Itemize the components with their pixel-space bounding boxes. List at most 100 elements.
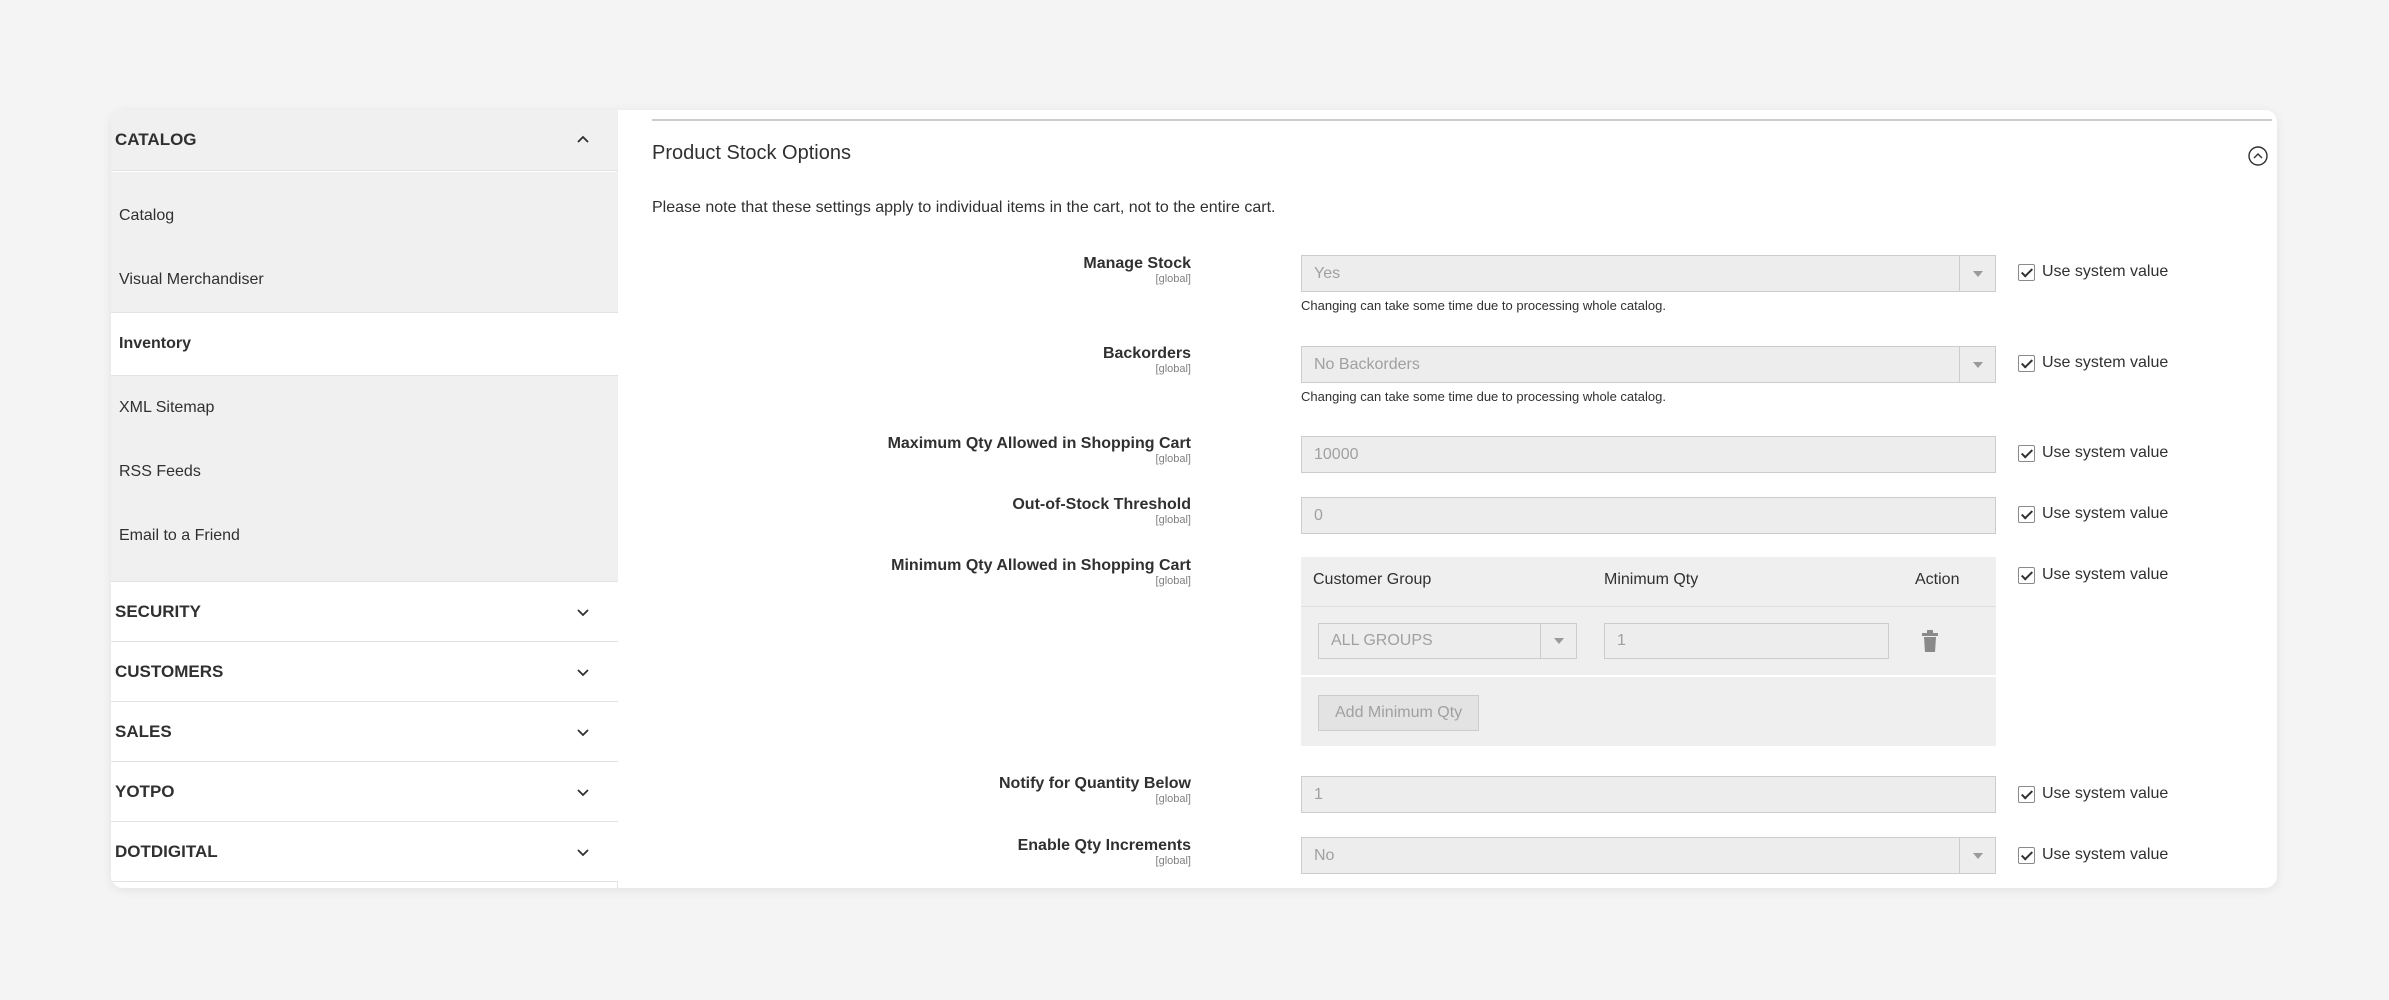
manage-stock-hint: Changing can take some time due to proce… — [1301, 298, 1666, 313]
sidebar-item-catalog[interactable]: Catalog — [111, 184, 618, 248]
chevron-down-icon — [572, 601, 594, 623]
manage-stock-label: Manage Stock [global] — [1083, 255, 1191, 285]
sidebar-item-email-to-a-friend[interactable]: Email to a Friend — [111, 504, 618, 568]
oos-threshold-input[interactable]: 0 — [1301, 497, 1996, 534]
chevron-down-icon — [572, 781, 594, 803]
sidebar-item-label: Catalog — [119, 207, 175, 224]
section-catalog-label: CATALOG — [115, 130, 197, 149]
notify-below-use-system[interactable]: Use system value — [2018, 785, 2168, 803]
table-header: Customer Group Minimum Qty Action — [1301, 557, 1996, 607]
sidebar-item-label: XML Sitemap — [119, 399, 215, 416]
input-value: 1 — [1617, 632, 1626, 649]
backorders-label: Backorders [global] — [1103, 345, 1191, 375]
sidebar-item-rss-feeds[interactable]: RSS Feeds — [111, 440, 618, 504]
catalog-nav: Catalog Visual Merchandiser Inventory XM… — [111, 172, 618, 582]
use-system-checkbox[interactable] — [2018, 444, 2035, 462]
scope-label: [global] — [1155, 514, 1191, 526]
table-row: ALL GROUPS 1 — [1301, 607, 1996, 677]
scope-label: [global] — [1155, 363, 1191, 375]
section-label: DOTDIGITAL — [115, 841, 218, 861]
collapse-icon[interactable] — [2247, 145, 2269, 167]
column-header-minimum-qty: Minimum Qty — [1604, 571, 1699, 588]
checkbox-label: Use system value — [2042, 505, 2169, 522]
add-minimum-qty-button[interactable]: Add Minimum Qty — [1318, 695, 1480, 731]
field-label: Maximum Qty Allowed in Shopping Cart — [887, 435, 1191, 452]
trash-icon[interactable] — [1920, 629, 1940, 653]
chevron-down-icon — [1959, 256, 1995, 291]
section-catalog[interactable]: CATALOG — [111, 110, 618, 171]
qty-increments-use-system[interactable]: Use system value — [2018, 846, 2168, 864]
field-label: Notify for Quantity Below — [999, 775, 1191, 792]
max-qty-label: Maximum Qty Allowed in Shopping Cart [gl… — [888, 435, 1191, 465]
sidebar-item-xml-sitemap[interactable]: XML Sitemap — [111, 376, 618, 440]
max-qty-use-system[interactable]: Use system value — [2018, 444, 2168, 462]
chevron-down-icon — [572, 661, 594, 683]
checkbox-label: Use system value — [2042, 846, 2169, 863]
section-label: CUSTOMERS — [115, 661, 224, 681]
customer-group-select[interactable]: ALL GROUPS — [1318, 623, 1577, 659]
section-label: YOTPO — [115, 781, 175, 801]
input-value: 0 — [1314, 506, 1323, 524]
scope-label: [global] — [1155, 793, 1191, 805]
field-label: Out-of-Stock Threshold — [1012, 496, 1191, 513]
backorders-hint: Changing can take some time due to proce… — [1301, 389, 1666, 404]
scope-label: [global] — [1155, 453, 1191, 465]
backorders-use-system[interactable]: Use system value — [2018, 354, 2168, 372]
min-qty-use-system[interactable]: Use system value — [2018, 566, 2168, 584]
select-value: No Backorders — [1314, 355, 1420, 373]
field-label: Manage Stock — [1083, 255, 1191, 272]
use-system-checkbox[interactable] — [2018, 566, 2035, 584]
section-security[interactable]: SECURITY — [111, 582, 618, 642]
section-dotdigital[interactable]: DOTDIGITAL — [111, 822, 618, 882]
chevron-down-icon — [572, 721, 594, 743]
use-system-checkbox[interactable] — [2018, 263, 2035, 281]
field-label: Minimum Qty Allowed in Shopping Cart — [891, 557, 1191, 574]
sidebar: CATALOG Catalog Visual Merchandiser Inve… — [111, 110, 618, 888]
minimum-qty-input[interactable]: 1 — [1604, 623, 1889, 659]
use-system-checkbox[interactable] — [2018, 846, 2035, 864]
manage-stock-select[interactable]: Yes — [1301, 255, 1996, 292]
notify-below-label: Notify for Quantity Below [global] — [999, 775, 1191, 805]
use-system-checkbox[interactable] — [2018, 785, 2035, 803]
oos-threshold-use-system[interactable]: Use system value — [2018, 505, 2168, 523]
sidebar-item-label: RSS Feeds — [119, 463, 201, 480]
notify-below-input[interactable]: 1 — [1301, 776, 1996, 813]
section-yotpo[interactable]: YOTPO — [111, 762, 618, 822]
backorders-select[interactable]: No Backorders — [1301, 346, 1996, 383]
section-label: SECURITY — [115, 601, 201, 621]
checkbox-label: Use system value — [2042, 444, 2169, 461]
section-sales[interactable]: SALES — [111, 702, 618, 762]
divider — [652, 119, 2272, 121]
sidebar-item-label: Inventory — [119, 335, 192, 352]
use-system-checkbox[interactable] — [2018, 354, 2035, 372]
sidebar-item-label: Visual Merchandiser — [119, 271, 264, 288]
min-qty-table: Customer Group Minimum Qty Action ALL GR… — [1301, 557, 1996, 746]
manage-stock-use-system[interactable]: Use system value — [2018, 263, 2168, 281]
chevron-up-icon — [572, 129, 594, 151]
chevron-down-icon — [1959, 838, 1995, 873]
input-value: 1 — [1314, 785, 1323, 803]
select-value: No — [1314, 846, 1335, 864]
field-label: Enable Qty Increments — [1017, 837, 1191, 854]
field-label: Backorders — [1102, 345, 1191, 362]
select-value: ALL GROUPS — [1331, 632, 1433, 649]
section-label: SALES — [115, 721, 172, 741]
max-qty-input[interactable]: 10000 — [1301, 436, 1996, 473]
min-qty-label: Minimum Qty Allowed in Shopping Cart [gl… — [891, 557, 1191, 587]
qty-increments-select[interactable]: No — [1301, 837, 1996, 874]
sidebar-item-inventory[interactable]: Inventory — [111, 312, 618, 376]
sidebar-item-visual-merchandiser[interactable]: Visual Merchandiser — [111, 248, 618, 312]
config-panel: CATALOG Catalog Visual Merchandiser Inve… — [111, 110, 2277, 888]
checkbox-label: Use system value — [2042, 263, 2169, 280]
checkbox-label: Use system value — [2042, 566, 2169, 583]
sidebar-item-label: Email to a Friend — [119, 527, 240, 544]
oos-threshold-label: Out-of-Stock Threshold [global] — [1012, 496, 1191, 526]
column-header-action: Action — [1915, 571, 1960, 588]
main-content: Product Stock Options Please note that t… — [618, 110, 2277, 888]
input-value: 10000 — [1314, 445, 1359, 463]
section-title[interactable]: Product Stock Options — [652, 142, 851, 165]
qty-increments-label: Enable Qty Increments [global] — [1018, 837, 1191, 867]
column-header-customer-group: Customer Group — [1313, 571, 1432, 588]
use-system-checkbox[interactable] — [2018, 505, 2035, 523]
section-customers[interactable]: CUSTOMERS — [111, 642, 618, 702]
